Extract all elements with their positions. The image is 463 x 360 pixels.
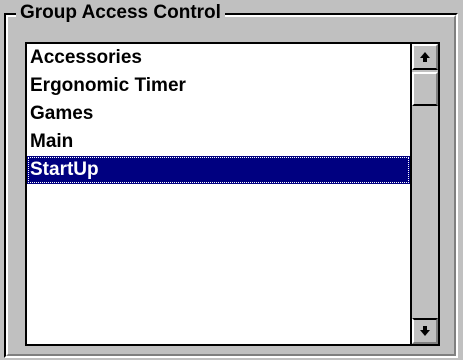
list-item-ergonomic-timer[interactable]: Ergonomic Timer <box>27 72 410 100</box>
list-item-startup[interactable]: StartUp <box>27 156 410 184</box>
scrollbar-track[interactable] <box>412 70 438 316</box>
groupbox-title: Group Access Control <box>16 0 225 26</box>
list-item-accessories[interactable]: Accessories <box>27 44 410 72</box>
group-listbox[interactable]: Accessories Ergonomic Timer Games Main S… <box>25 42 440 346</box>
list-item-games[interactable]: Games <box>27 100 410 128</box>
scrollbar-thumb[interactable] <box>412 72 438 106</box>
vertical-scrollbar[interactable] <box>410 44 438 344</box>
scroll-down-button[interactable] <box>412 318 438 344</box>
arrow-up-icon <box>420 52 430 62</box>
group-list: Accessories Ergonomic Timer Games Main S… <box>27 44 410 344</box>
arrow-down-icon <box>420 326 430 336</box>
group-access-control-groupbox: Group Access Control Accessories Ergonom… <box>0 0 463 360</box>
list-item-main[interactable]: Main <box>27 128 410 156</box>
scroll-up-button[interactable] <box>412 44 438 70</box>
